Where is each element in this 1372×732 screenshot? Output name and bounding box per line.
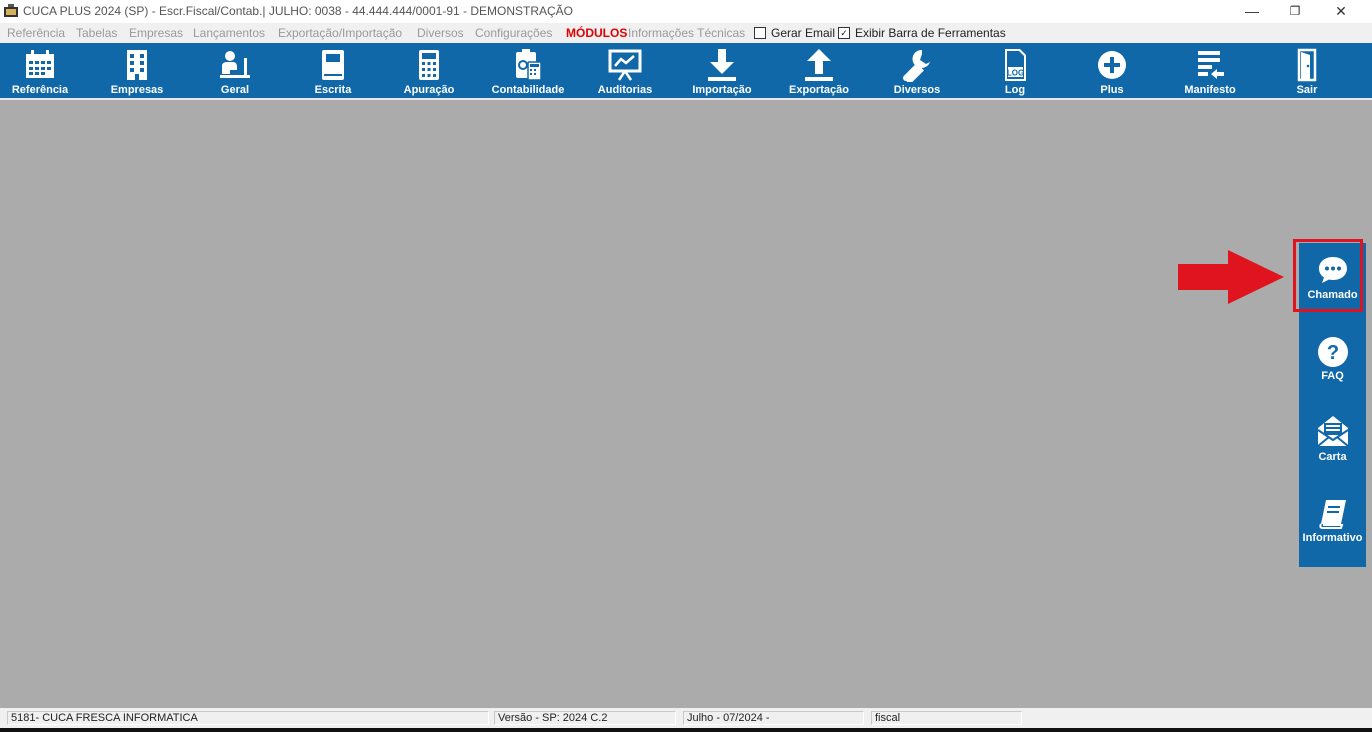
- toolbar-exportacao-button[interactable]: Exportação: [771, 43, 867, 98]
- toolbar-label: Geral: [220, 84, 250, 96]
- toolbar-label: Referência: [11, 84, 69, 96]
- status-company: 5181- CUCA FRESCA INFORMATICA: [7, 711, 489, 725]
- toolbar-label: Exportação: [789, 84, 849, 96]
- toolbar-label: Plus: [1100, 84, 1124, 96]
- side-label: Informativo: [1302, 532, 1363, 544]
- calculator-icon: [419, 50, 439, 80]
- notebook-icon: [1318, 500, 1346, 529]
- menu-bar: Referência Tabelas Empresas Lançamentos …: [0, 23, 1372, 43]
- user-desk-icon: [220, 51, 250, 78]
- exit-door-icon: [1297, 48, 1317, 82]
- menu-modulos[interactable]: MÓDULOS: [566, 26, 627, 40]
- menu-diversos[interactable]: Diversos: [417, 26, 464, 40]
- toolbar-referencia-button[interactable]: Referência: [0, 43, 88, 98]
- envelope-icon: [1316, 416, 1349, 447]
- toolbar-importacao-button[interactable]: Importação: [674, 43, 770, 98]
- manifest-icon: [1198, 51, 1224, 79]
- toolbar-label: Empresas: [110, 84, 164, 96]
- log-icon-text: LOG: [1007, 69, 1024, 78]
- exibir-barra-label: Exibir Barra de Ferramentas: [855, 26, 1006, 40]
- toolbar-label: Importação: [692, 84, 752, 96]
- toolbar-manifesto-button[interactable]: Manifesto: [1162, 43, 1258, 98]
- exibir-barra-box[interactable]: ✓: [838, 27, 850, 39]
- accounting-icon: [516, 49, 542, 81]
- gerar-email-label: Gerar Email: [771, 26, 836, 40]
- status-period: Julho - 07/2024 -: [683, 711, 864, 725]
- plus-circle-icon: [1098, 51, 1126, 79]
- side-label: Carta: [1318, 451, 1347, 463]
- toolbar-label: Auditorias: [597, 84, 653, 96]
- wrench-icon: [903, 49, 930, 82]
- gerar-email-checkbox[interactable]: Gerar Email: [754, 26, 835, 40]
- toolbar: Referência Empresas Geral Escrita Apuraç…: [0, 43, 1372, 98]
- window-title: CUCA PLUS 2024 (SP) - Escr.Fiscal/Contab…: [23, 4, 574, 18]
- toolbar-geral-button[interactable]: Geral: [187, 43, 283, 98]
- title-bar: CUCA PLUS 2024 (SP) - Escr.Fiscal/Contab…: [0, 0, 1372, 23]
- workspace: [0, 100, 1372, 706]
- upload-icon: [805, 49, 833, 81]
- toolbar-label: Diversos: [893, 84, 941, 96]
- toolbar-log-button[interactable]: LOG Log: [967, 43, 1063, 98]
- toolbar-apuracao-button[interactable]: Apuração: [381, 43, 477, 98]
- toolbar-label: Sair: [1296, 84, 1318, 96]
- restore-button[interactable]: ❐: [1272, 0, 1318, 22]
- toolbar-empresas-button[interactable]: Empresas: [89, 43, 185, 98]
- close-button[interactable]: ✕: [1318, 0, 1364, 22]
- menu-exportacao-importacao[interactable]: Exportação/Importação: [278, 26, 402, 40]
- app-logo-icon: [4, 4, 18, 17]
- toolbar-plus-button[interactable]: Plus: [1064, 43, 1160, 98]
- taskbar-edge: [0, 728, 1372, 732]
- highlight-box: [1293, 239, 1363, 312]
- status-version: Versão - SP: 2024 C.2: [494, 711, 676, 725]
- faq-icon-text: ?: [1326, 342, 1338, 364]
- log-file-icon: LOG: [1005, 49, 1026, 81]
- toolbar-label: Apuração: [403, 84, 455, 96]
- side-label: FAQ: [1321, 370, 1344, 382]
- toolbar-label: Log: [1004, 84, 1026, 96]
- menu-informacoes-tecnicas[interactable]: Informações Técnicas: [628, 26, 745, 40]
- chart-board-icon: [608, 49, 642, 81]
- red-arrow-icon: [1178, 250, 1284, 304]
- toolbar-escrita-button[interactable]: Escrita: [285, 43, 381, 98]
- toolbar-sair-button[interactable]: Sair: [1259, 43, 1355, 98]
- toolbar-auditorias-button[interactable]: Auditorias: [577, 43, 673, 98]
- toolbar-diversos-button[interactable]: Diversos: [869, 43, 965, 98]
- calendar-icon: [26, 50, 54, 78]
- toolbar-contabilidade-button[interactable]: Contabilidade: [479, 43, 577, 98]
- side-carta-button[interactable]: Carta: [1299, 408, 1366, 488]
- question-circle-icon: ?: [1317, 337, 1348, 367]
- menu-referencia[interactable]: Referência: [7, 26, 65, 40]
- book-icon: [322, 50, 344, 80]
- side-informativo-button[interactable]: Informativo: [1299, 488, 1366, 568]
- gerar-email-box[interactable]: [754, 27, 766, 39]
- download-icon: [708, 49, 736, 81]
- exibir-barra-checkbox[interactable]: ✓ Exibir Barra de Ferramentas: [838, 26, 1006, 40]
- building-icon: [127, 50, 147, 80]
- toolbar-label: Manifesto: [1184, 84, 1236, 96]
- status-user: fiscal: [871, 711, 1022, 725]
- toolbar-label: Escrita: [314, 84, 352, 96]
- menu-tabelas[interactable]: Tabelas: [76, 26, 117, 40]
- menu-lancamentos[interactable]: Lançamentos: [193, 26, 265, 40]
- toolbar-label: Contabilidade: [491, 84, 565, 96]
- side-faq-button[interactable]: ? FAQ: [1299, 328, 1366, 408]
- minimize-button[interactable]: —: [1229, 0, 1275, 22]
- menu-empresas[interactable]: Empresas: [129, 26, 183, 40]
- menu-configuracoes[interactable]: Configurações: [475, 26, 552, 40]
